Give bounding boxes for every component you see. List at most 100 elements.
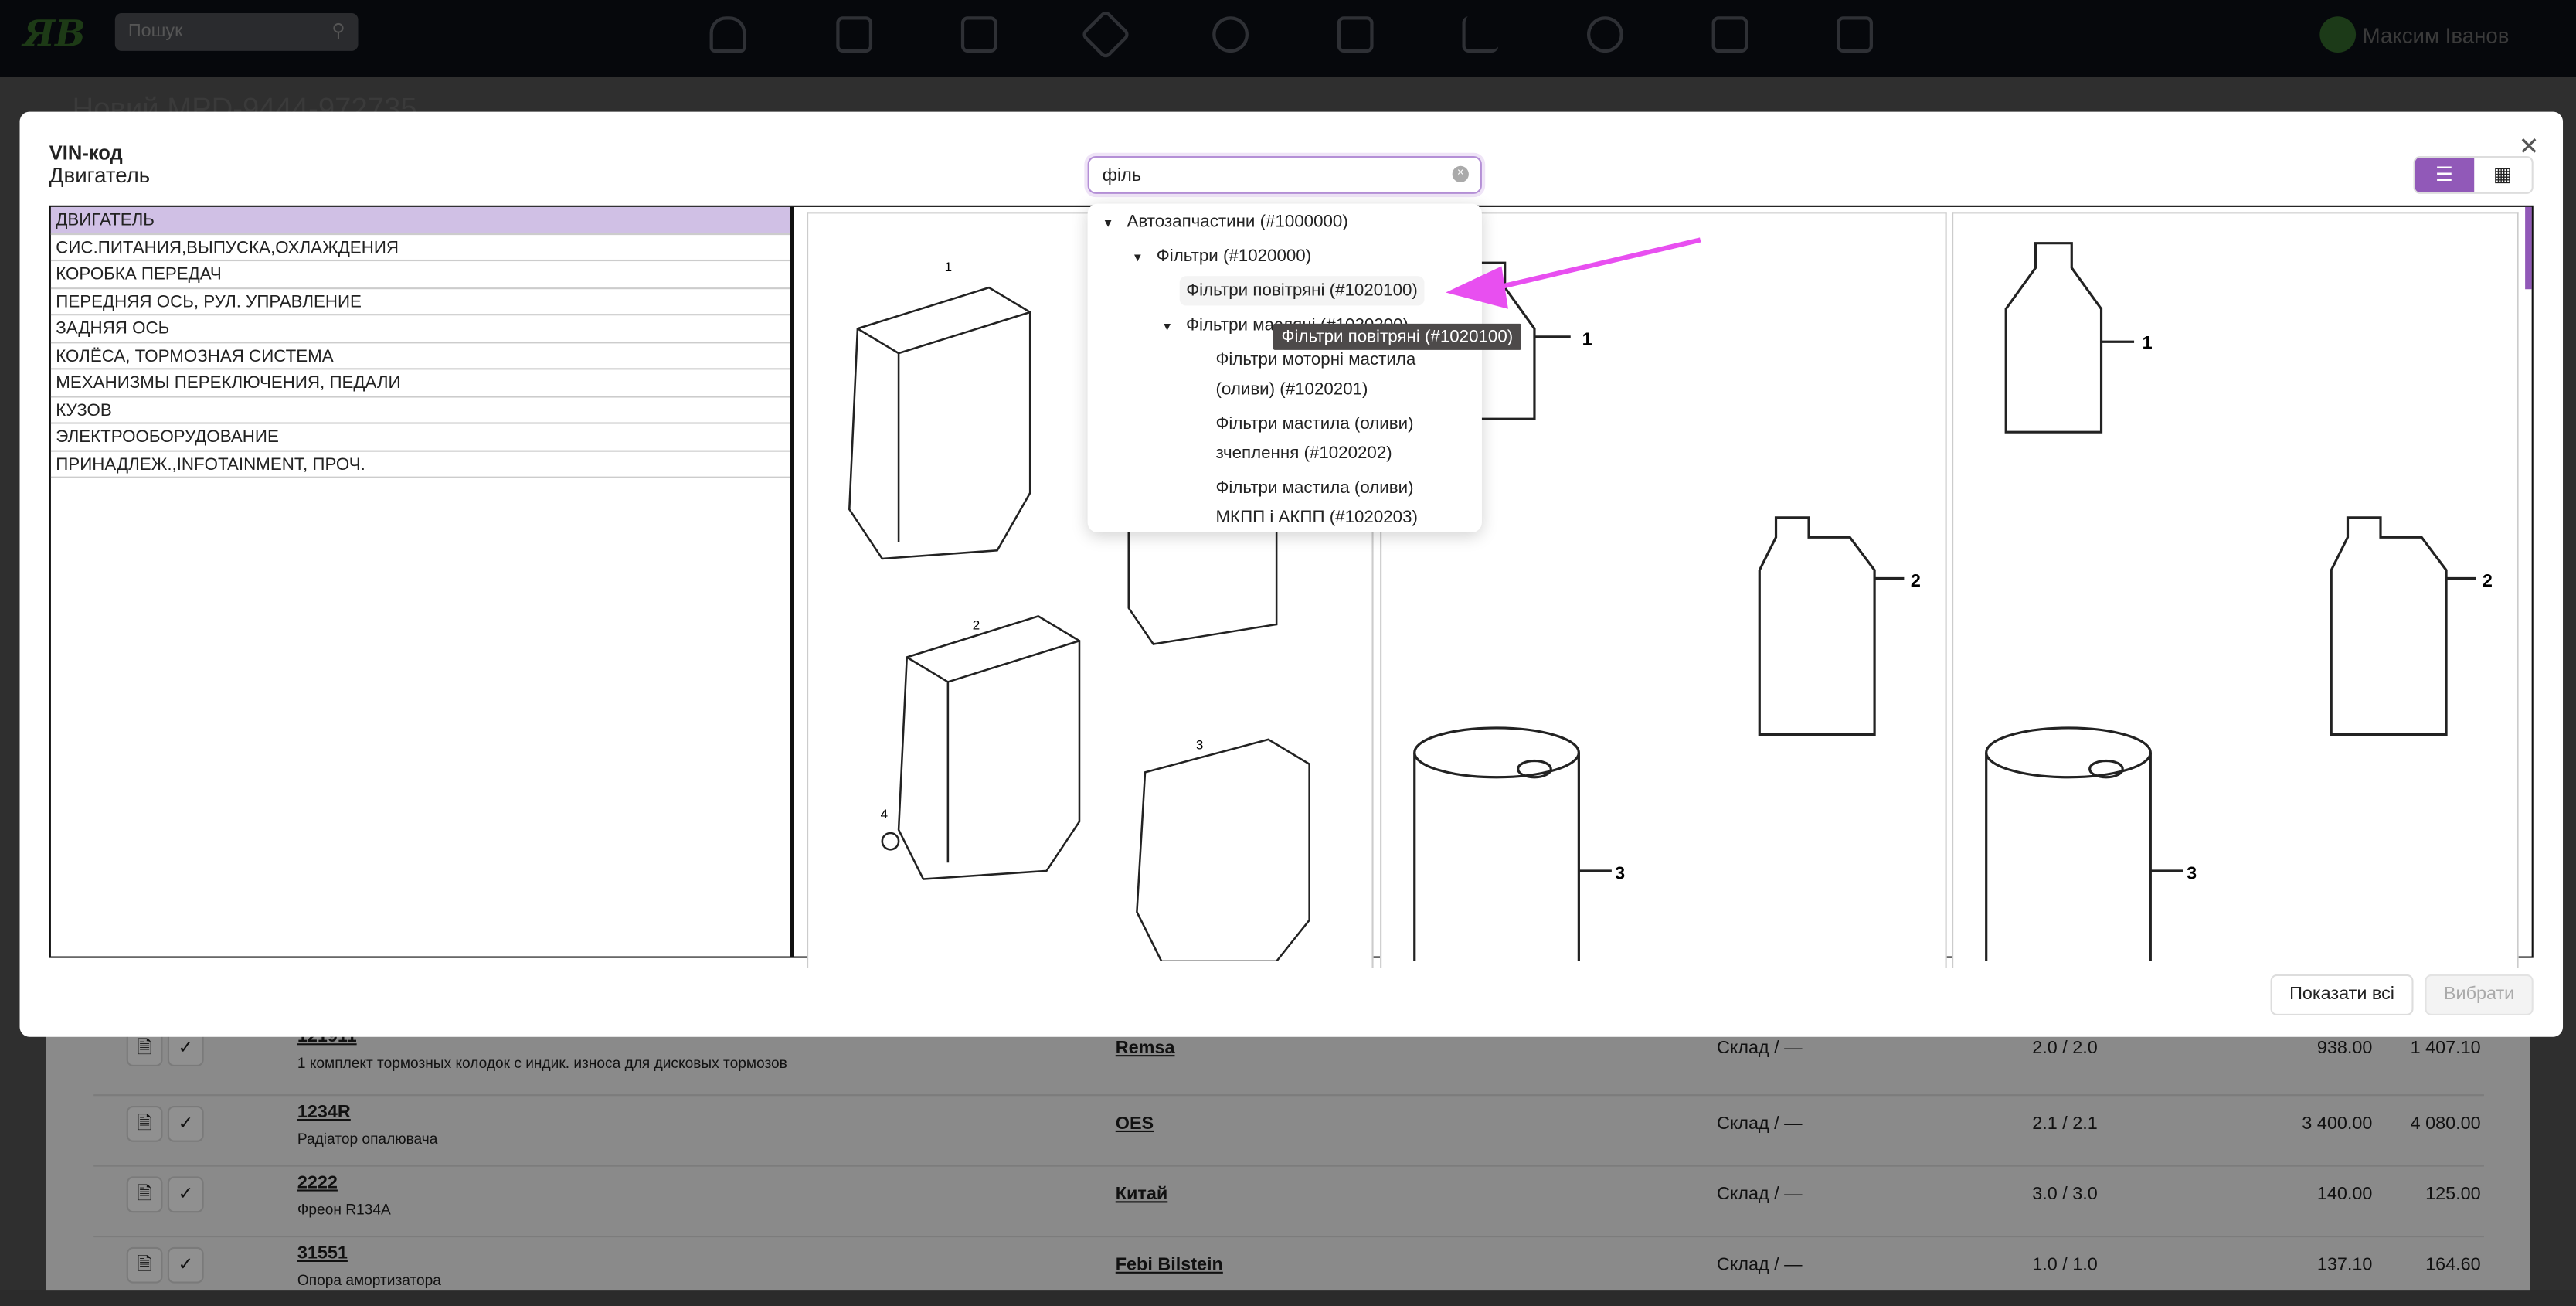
top-nav: ЯВ Пошук ⚲ Максим Іванов [0, 0, 2576, 77]
quantity: 2.1 / 2.1 [2032, 1114, 2098, 1134]
category-list: Двигатель Сис.питания,выпуска,охлаждения… [50, 206, 794, 957]
car-icon[interactable] [1711, 16, 1748, 53]
caret-down-icon[interactable]: ▼ [1132, 253, 1144, 264]
annotation-arrow-icon [1446, 237, 1701, 309]
parts-table: 🗎✓ 1219111 комплект тормозных колодок с … [46, 1019, 2530, 1291]
search-icon: ⚲ [331, 21, 345, 42]
diagram-label: 1 [1582, 329, 1592, 349]
check-icon[interactable]: ✓ [167, 1176, 204, 1213]
diagram-label: 1 [2143, 332, 2153, 352]
vin-catalog-modal: VIN-код Двигатель ✕ філь × ☰ ▦ Двигатель … [19, 111, 2564, 1037]
warehouse: Склад / — [1716, 1255, 1803, 1276]
category-item[interactable]: Кузов [50, 397, 790, 424]
price: 137.10 [2316, 1255, 2373, 1276]
diagram-label: 3 [1196, 738, 1203, 753]
bar-chart-icon[interactable] [1462, 16, 1499, 53]
price: 938.00 [2316, 1038, 2373, 1059]
document-icon[interactable]: 🗎 [126, 1176, 163, 1213]
total: 125.00 [2425, 1185, 2481, 1205]
brand-link[interactable]: Remsa [1116, 1039, 1175, 1059]
brand-link[interactable]: OES [1116, 1114, 1154, 1134]
logo[interactable]: ЯВ [23, 13, 86, 56]
table-row[interactable]: 🗎 ✓ 31551 Опора амортизатора Febi Bilstein… [93, 1235, 2484, 1306]
part-desc: Опора амортизатора [297, 1271, 441, 1289]
diagram-label: 2 [2483, 570, 2493, 590]
brand-link[interactable]: Febi Bilstein [1116, 1255, 1223, 1275]
diagram-label: 3 [1615, 863, 1625, 883]
grid-table-icon[interactable] [1837, 16, 1873, 53]
warehouse: Склад / — [1716, 1185, 1803, 1205]
quantity: 2.0 / 2.0 [2032, 1038, 2098, 1059]
wrench-icon[interactable] [1079, 9, 1132, 60]
price: 3 400.00 [2302, 1114, 2373, 1134]
category-item[interactable]: Принадлеж.,Infotainment, проч. [50, 451, 790, 478]
category-item[interactable]: Сис.питания,выпуска,охлаждения [50, 234, 790, 262]
grid-view-icon[interactable]: ▦ [2473, 158, 2531, 192]
tree-item[interactable]: ▼ Автозапчастини (#1000000) [1103, 207, 1348, 240]
part-code[interactable]: 2222 [297, 1173, 338, 1193]
diagram-label: 2 [1911, 570, 1921, 590]
tooltip: Фільтри повітряні (#1020100) [1273, 323, 1521, 350]
select-button[interactable]: Вибрати [2425, 974, 2534, 1016]
diagram-card-fluids-2[interactable]: 1 2 3 [1952, 212, 2519, 968]
document-icon[interactable]: 🗎 [126, 1106, 163, 1142]
diagram-label: 4 [881, 807, 888, 821]
category-item[interactable]: Передняя ось, рул. управление [50, 288, 790, 316]
brand-link[interactable]: Китай [1116, 1185, 1168, 1205]
document-icon[interactable]: 🗎 [126, 1246, 163, 1284]
table-row[interactable]: 🗎 ✓ 2222 Фреон R134A Китай Склад / — 3.0 / … [93, 1165, 2484, 1236]
category-item[interactable]: Механизмы переключения, педали [50, 369, 790, 397]
price: 140.00 [2316, 1185, 2373, 1205]
tree-item-hovered[interactable]: Фільтри повітряні (#1020100) [1179, 276, 1425, 306]
list-view-icon[interactable]: ☰ [2415, 158, 2474, 192]
tree-item[interactable]: Фільтри мастила (оливи) МКПП і АКПП (#10… [1215, 473, 1446, 532]
part-desc: Радіатор опалювача [297, 1130, 438, 1148]
scrollbar[interactable] [2525, 206, 2532, 290]
total: 4 080.00 [2410, 1114, 2481, 1134]
part-desc: Фреон R134A [297, 1201, 391, 1218]
file-plus-icon[interactable] [836, 16, 873, 53]
category-item[interactable]: Задняя ось [50, 315, 790, 343]
dollar-icon[interactable] [1587, 16, 1623, 53]
quantity: 1.0 / 1.0 [2032, 1255, 2098, 1276]
gear-icon[interactable] [1212, 16, 1249, 53]
calendar-check-icon[interactable] [960, 16, 997, 53]
part-code[interactable]: 1234R [297, 1103, 351, 1123]
category-tree-dropdown: ▼ Автозапчастини (#1000000) ▼ Фільтри (#10… [1087, 203, 1482, 532]
caret-down-icon[interactable]: ▼ [1161, 322, 1173, 334]
diagram-label: 1 [945, 260, 952, 274]
table-row[interactable]: 🗎 ✓ 1234R Радіатор опалювача OES Склад / — … [93, 1094, 2484, 1165]
clear-icon[interactable]: × [1452, 165, 1469, 183]
category-item[interactable]: Коробка передач [50, 261, 790, 289]
part-desc: 1 комплект тормозных колодок с индик. из… [297, 1055, 787, 1072]
avatar [2319, 16, 2357, 53]
check-icon[interactable]: ✓ [167, 1106, 204, 1142]
user-name: Максим Іванов [2362, 22, 2510, 47]
tree-item[interactable]: ▼ Фільтри (#1020000) [1132, 242, 1311, 275]
diagram-label: 2 [973, 617, 980, 632]
total: 164.60 [2425, 1255, 2481, 1276]
tree-item[interactable]: Фільтри мастила (оливи) зчеплення (#1020… [1215, 409, 1446, 468]
quantity: 3.0 / 3.0 [2032, 1185, 2098, 1205]
category-item[interactable]: Электрооборудование [50, 424, 790, 451]
check-icon[interactable]: ✓ [167, 1246, 204, 1284]
view-toggle: ☰ ▦ [2413, 155, 2534, 194]
modal-title: VIN-код [49, 141, 123, 165]
warehouse: Склад / — [1716, 1114, 1803, 1134]
show-all-button[interactable]: Показати всі [2270, 974, 2414, 1016]
category-item[interactable]: Двигатель [50, 206, 790, 234]
caret-down-icon[interactable]: ▼ [1103, 219, 1114, 230]
warehouse: Склад / — [1716, 1038, 1803, 1059]
calendar-user-icon[interactable] [1337, 16, 1374, 53]
tree-item[interactable]: Фільтри моторні мастила (оливи) (#102020… [1215, 345, 1446, 405]
category-search-input[interactable]: філь × [1087, 155, 1482, 194]
bell-icon[interactable] [709, 16, 746, 53]
part-code[interactable]: 31551 [297, 1244, 348, 1264]
modal-subtitle: Двигатель [49, 162, 151, 188]
category-item[interactable]: Колёса, тормозная система [50, 342, 790, 370]
global-search-input[interactable]: Пошук ⚲ [114, 13, 359, 51]
total: 1 407.10 [2410, 1038, 2481, 1059]
diagram-label: 3 [2187, 863, 2197, 883]
user-menu[interactable]: Максим Іванов [2319, 16, 2509, 53]
search-value: філь [1102, 165, 1142, 186]
